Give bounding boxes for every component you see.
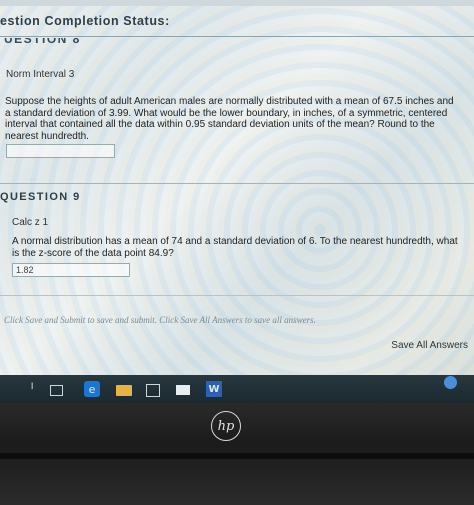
save-all-answers-button[interactable]: Save All Answers [391, 340, 468, 351]
completion-status-title: estion Completion Status: [0, 14, 170, 28]
question-8-line: nearest hundredth. [5, 130, 89, 142]
laptop-hinge [0, 453, 474, 459]
task-view-icon[interactable] [50, 385, 63, 396]
chrome-icon[interactable] [444, 376, 457, 389]
question-8-header-text: UESTION 8 [4, 38, 81, 46]
question-9-sublabel: Calc z 1 [12, 217, 49, 228]
question-8-line: Suppose the heights of adult American ma… [5, 96, 454, 107]
status-divider [0, 36, 474, 37]
hp-logo: hp [211, 411, 241, 441]
question-9-line: is the z-score of the data point 84.9? [12, 247, 174, 259]
file-explorer-icon[interactable] [116, 385, 132, 396]
question-8-answer-input[interactable] [6, 144, 115, 158]
question-8-header: UESTION 8 [4, 38, 81, 50]
question-8-line: interval that contained all the data wit… [5, 119, 435, 130]
edge-browser-icon[interactable]: e [84, 381, 100, 397]
store-icon[interactable] [146, 384, 160, 397]
question-8-sublabel: Norm Interval 3 [6, 69, 75, 80]
question-8-line: a standard deviation of 3.99. What would… [5, 107, 448, 119]
question-divider [0, 183, 474, 184]
question-9-line: A normal distribution has a mean of 74 a… [12, 236, 458, 247]
footer-divider [0, 295, 474, 296]
submit-instruction: Click Save and Submit to save and submit… [4, 315, 316, 325]
word-icon[interactable]: W [206, 381, 222, 397]
question-9-answer-input[interactable]: 1.82 [12, 263, 130, 277]
browser-screen: estion Completion Status: UESTION 8 Norm… [0, 0, 474, 375]
question-9-text: A normal distribution has a mean of 74 a… [12, 236, 458, 259]
question-8-text: Suppose the heights of adult American ma… [5, 96, 454, 142]
windows-taskbar [0, 375, 474, 403]
question-9-header: QUESTION 9 [0, 191, 81, 203]
microphone-icon[interactable]: ╵ [24, 381, 40, 397]
top-strip [0, 0, 474, 6]
mail-icon[interactable] [176, 385, 190, 395]
